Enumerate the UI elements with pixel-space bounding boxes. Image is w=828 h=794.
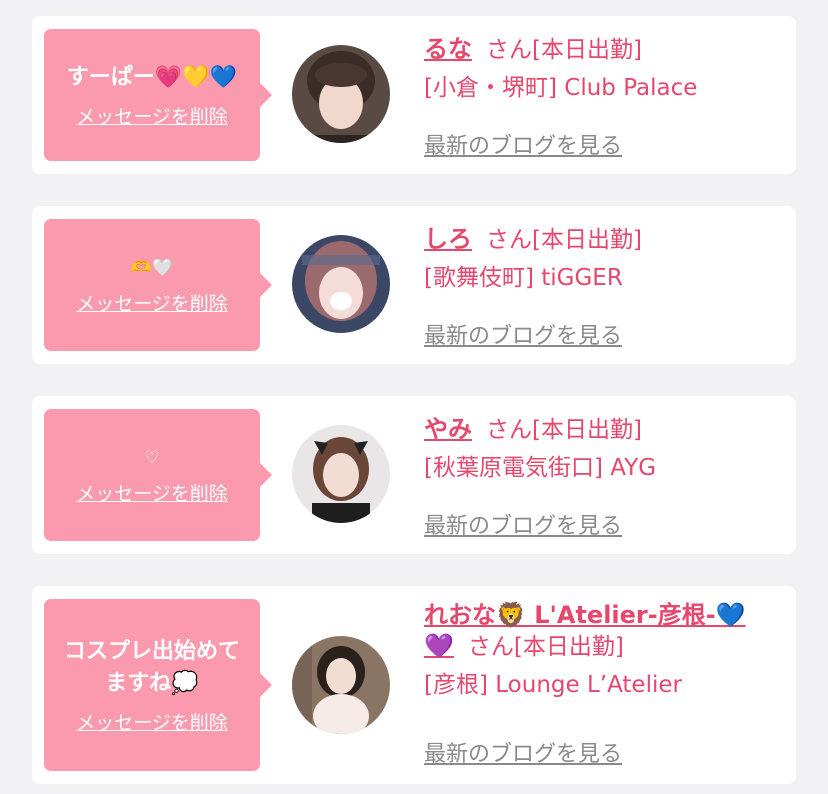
delete-message-link[interactable]: メッセージを削除 bbox=[76, 289, 228, 316]
cast-info: しろ さん[本日出勤] [歌舞伎町] tiGGER bbox=[424, 224, 776, 293]
cast-name-link[interactable]: れおな🦁 L'Atelier-彦根-💙 bbox=[424, 601, 746, 629]
message-bubble: コスプレ出始めて ますね💭 メッセージを削除 bbox=[44, 599, 272, 771]
honorific: さん bbox=[467, 634, 514, 660]
honorific: さん bbox=[486, 37, 532, 63]
cast-info: れおな🦁 L'Atelier-彦根-💙 💜 さん[本日出勤] [彦根] Loung… bbox=[424, 600, 776, 700]
delete-message-link[interactable]: メッセージを削除 bbox=[76, 708, 228, 735]
shop-name: [秋葉原電気街口] AYG bbox=[424, 455, 657, 481]
work-status: [本日出勤] bbox=[532, 227, 642, 253]
shop-name: [歌舞伎町] tiGGER bbox=[424, 265, 623, 291]
message-bubble: すーぱー💗💛💙 メッセージを削除 bbox=[44, 29, 272, 161]
avatar[interactable] bbox=[292, 45, 390, 143]
work-status: [本日出勤] bbox=[532, 37, 642, 63]
message-text: コスプレ出始めて ますね💭 bbox=[63, 638, 240, 696]
message-bubble: 🫶🤍 メッセージを削除 bbox=[44, 219, 272, 351]
delete-message-link[interactable]: メッセージを削除 bbox=[76, 479, 228, 506]
message-card: すーぱー💗💛💙 メッセージを削除 るな さん[本日出勤] [小倉・堺町] Club… bbox=[32, 16, 796, 174]
cast-name-link[interactable]: やみ bbox=[424, 415, 472, 443]
message-text: すーぱー💗💛💙 bbox=[66, 64, 238, 90]
avatar[interactable] bbox=[292, 235, 390, 333]
avatar[interactable] bbox=[292, 636, 390, 734]
message-card: ♡ メッセージを削除 やみ さん[本日出勤] [秋葉原電気街口] AYG 最新のブ… bbox=[32, 396, 796, 554]
cast-name-link[interactable]: るな bbox=[424, 35, 472, 63]
delete-message-link[interactable]: メッセージを削除 bbox=[76, 102, 228, 129]
cast-name-link[interactable]: しろ bbox=[424, 225, 472, 253]
shop-name: [小倉・堺町] Club Palace bbox=[424, 75, 698, 101]
work-status: [本日出勤] bbox=[532, 417, 642, 443]
work-status: [本日出勤] bbox=[513, 634, 624, 660]
message-card: 🫶🤍 メッセージを削除 しろ さん[本日出勤] [歌舞伎町] tiGGER 最新の… bbox=[32, 206, 796, 364]
avatar[interactable] bbox=[292, 425, 390, 523]
latest-blog-link[interactable]: 最新のブログを見る bbox=[424, 128, 622, 160]
honorific: さん bbox=[486, 227, 532, 253]
message-text: 🫶🤍 bbox=[130, 257, 174, 278]
cast-info: やみ さん[本日出勤] [秋葉原電気街口] AYG bbox=[424, 414, 776, 483]
honorific: さん bbox=[486, 417, 532, 443]
cast-info: るな さん[本日出勤] [小倉・堺町] Club Palace bbox=[424, 34, 776, 103]
latest-blog-link[interactable]: 最新のブログを見る bbox=[424, 318, 622, 350]
message-card: コスプレ出始めて ますね💭 メッセージを削除 れおな🦁 L'Atelier-彦根… bbox=[32, 586, 796, 784]
message-bubble: ♡ メッセージを削除 bbox=[44, 409, 272, 541]
latest-blog-link[interactable]: 最新のブログを見る bbox=[424, 508, 622, 540]
shop-name: [彦根] Lounge L’Atelier bbox=[424, 672, 682, 698]
message-text: ♡ bbox=[144, 447, 160, 468]
latest-blog-link[interactable]: 最新のブログを見る bbox=[424, 736, 622, 768]
cast-name-link-cont[interactable]: 💜 bbox=[424, 632, 454, 660]
